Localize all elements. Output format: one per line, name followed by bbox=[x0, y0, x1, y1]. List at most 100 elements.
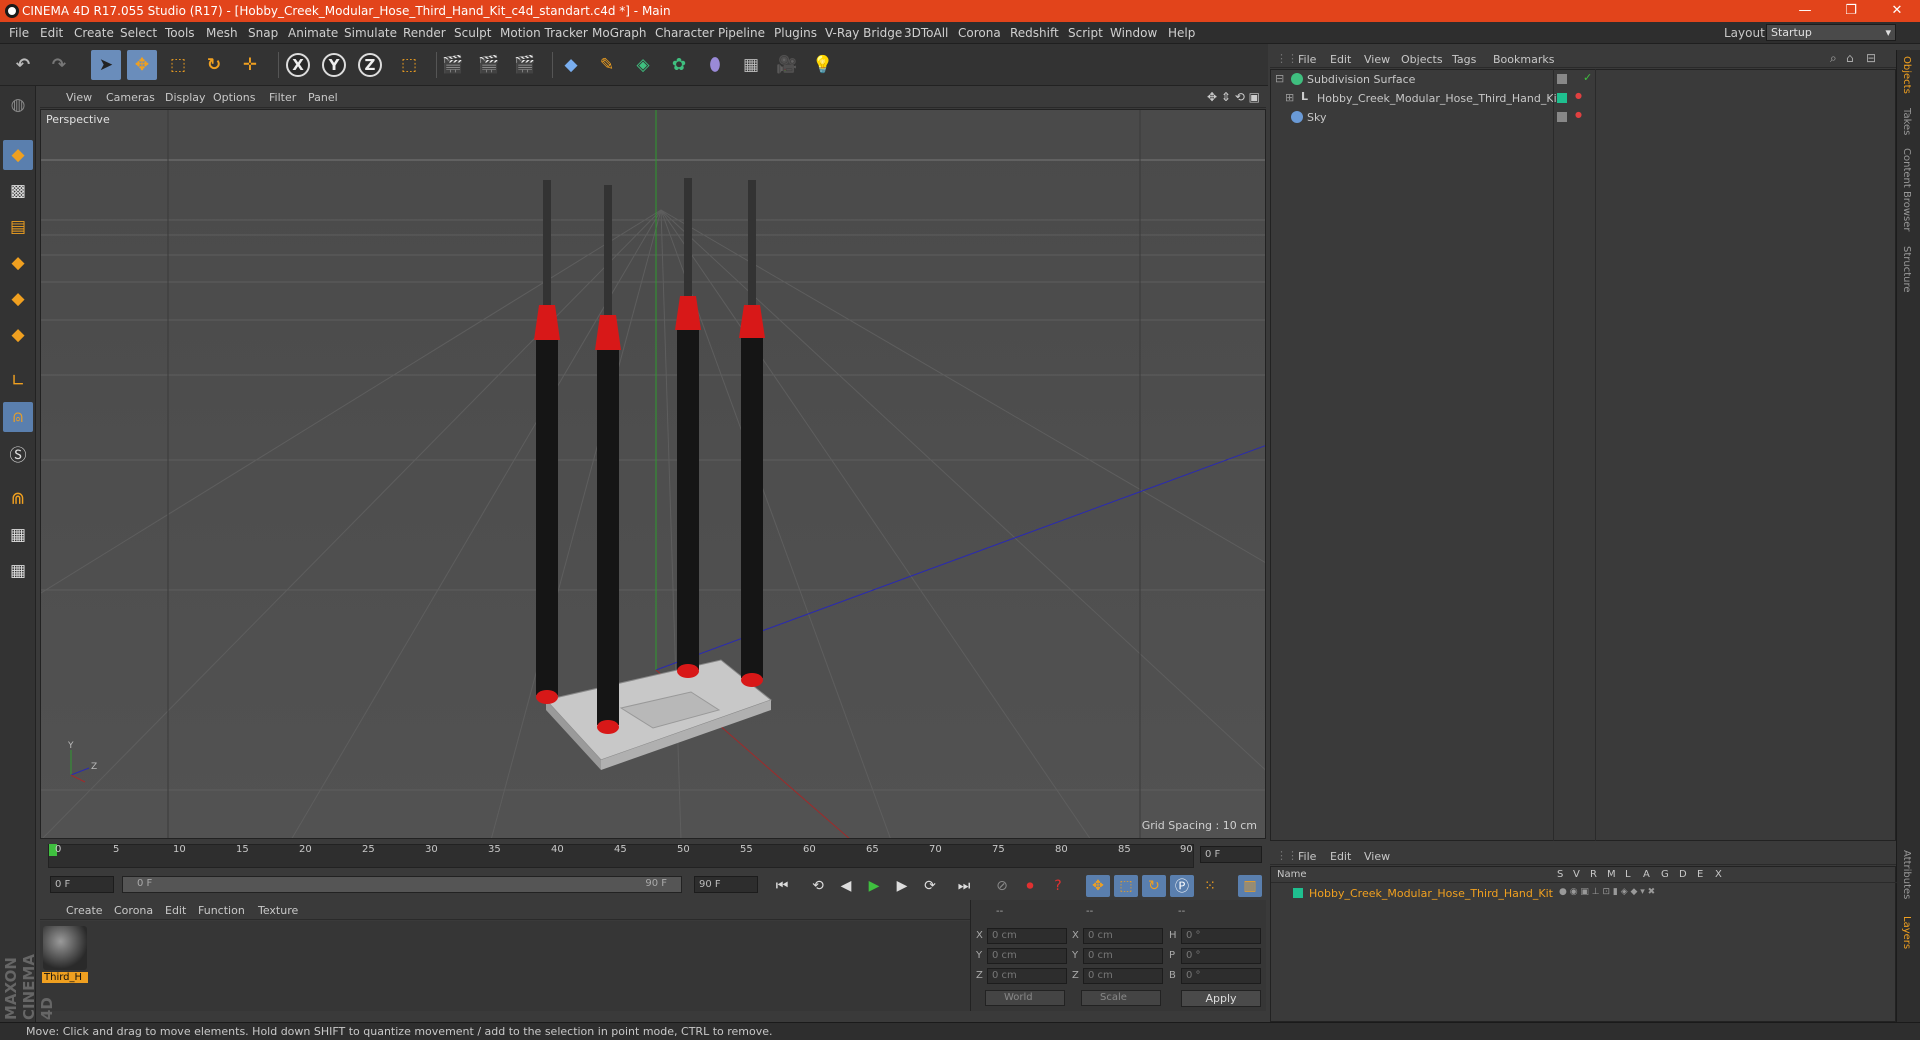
subdivision-surface-button[interactable]: ◈ bbox=[628, 50, 658, 80]
goto-start-button[interactable]: ⏮ bbox=[770, 875, 794, 897]
maximize-button[interactable]: ❐ bbox=[1828, 0, 1874, 22]
layer-color-swatch[interactable] bbox=[1293, 888, 1303, 898]
viewport-menu-view[interactable]: View bbox=[66, 91, 92, 104]
panel-options-icon[interactable]: ⊟ bbox=[1866, 51, 1876, 65]
position-y-field[interactable]: 0 cm bbox=[987, 948, 1067, 964]
visibility-dots-icon[interactable]: ● bbox=[1575, 110, 1582, 119]
goto-end-button[interactable]: ⏭ bbox=[952, 875, 976, 897]
menu-create[interactable]: Create bbox=[74, 26, 114, 40]
menu-snap[interactable]: Snap bbox=[248, 26, 278, 40]
start-frame-field[interactable]: 0 F bbox=[50, 876, 114, 893]
next-frame-button[interactable]: ▶ bbox=[890, 875, 914, 897]
layer-color-icon[interactable] bbox=[1557, 93, 1567, 103]
play-button[interactable]: ▶ bbox=[862, 875, 886, 897]
menu-tools[interactable]: Tools bbox=[165, 26, 195, 40]
tab-objects[interactable]: Objects bbox=[1901, 56, 1912, 94]
object-row-subdivision-surface[interactable]: ⊟ Subdivision Surface ✓ bbox=[1271, 70, 1897, 89]
cloner-button[interactable]: ✿ bbox=[664, 50, 694, 80]
column-expressions[interactable]: E bbox=[1697, 869, 1703, 880]
3d-viewport[interactable]: Y Z Perspective Grid Spacing : 10 cm bbox=[40, 109, 1266, 839]
material-menu-texture[interactable]: Texture bbox=[258, 904, 298, 917]
locked-workplane-button[interactable]: ▦ bbox=[3, 556, 33, 586]
undo-button[interactable]: ↶ bbox=[8, 50, 38, 80]
column-name[interactable]: Name bbox=[1277, 869, 1307, 880]
column-divider[interactable] bbox=[1553, 69, 1554, 841]
column-xref[interactable]: X bbox=[1715, 869, 1722, 880]
coordinate-system-button[interactable]: ⬚ bbox=[394, 50, 424, 80]
enabled-check-icon[interactable]: ✓ bbox=[1583, 71, 1592, 84]
cube-primitive-button[interactable]: ◆ bbox=[556, 50, 586, 80]
menu-plugins[interactable]: Plugins bbox=[774, 26, 817, 40]
viewport-nav-icons[interactable]: ✥ ⇕ ⟲ ▣ bbox=[1207, 90, 1260, 104]
menu-select[interactable]: Select bbox=[120, 26, 157, 40]
layers-menu-view[interactable]: View bbox=[1364, 850, 1390, 863]
visibility-dots-icon[interactable]: ● bbox=[1575, 91, 1582, 100]
pen-spline-button[interactable]: ✎ bbox=[592, 50, 622, 80]
menu-pipeline[interactable]: Pipeline bbox=[718, 26, 765, 40]
layers-menu-file[interactable]: File bbox=[1298, 850, 1316, 863]
rotation-h-field[interactable]: 0 ° bbox=[1181, 928, 1261, 944]
objects-menu-objects[interactable]: Objects bbox=[1401, 53, 1443, 66]
tab-layers[interactable]: Layers bbox=[1901, 916, 1912, 949]
size-z-field[interactable]: 0 cm bbox=[1083, 968, 1163, 984]
layer-row[interactable]: Hobby_Creek_Modular_Hose_Third_Hand_Kit … bbox=[1271, 886, 1897, 902]
viewport-menu-options[interactable]: Options bbox=[213, 91, 255, 104]
apply-button[interactable]: Apply bbox=[1181, 990, 1261, 1007]
column-generators[interactable]: G bbox=[1661, 869, 1669, 880]
prev-frame-button[interactable]: ◀ bbox=[834, 875, 858, 897]
size-y-field[interactable]: 0 cm bbox=[1083, 948, 1163, 964]
material-menu-function[interactable]: Function bbox=[198, 904, 245, 917]
layers-menu-edit[interactable]: Edit bbox=[1330, 850, 1351, 863]
camera-button[interactable]: 🎥 bbox=[772, 50, 802, 80]
object-row-third-hand-kit[interactable]: ⊞ L Hobby_Creek_Modular_Hose_Third_Hand_… bbox=[1271, 89, 1897, 108]
object-row-sky[interactable]: Sky ● bbox=[1271, 108, 1897, 127]
y-axis-lock-button[interactable]: Y bbox=[322, 53, 346, 77]
column-divider[interactable] bbox=[1595, 69, 1596, 841]
minimize-button[interactable]: — bbox=[1782, 0, 1828, 22]
record-active-button[interactable]: ⊘ bbox=[990, 875, 1014, 897]
layer-name[interactable]: Hobby_Creek_Modular_Hose_Third_Hand_Kit bbox=[1309, 887, 1553, 900]
next-key-button[interactable]: ⟳ bbox=[918, 875, 942, 897]
tab-takes[interactable]: Takes bbox=[1901, 108, 1912, 135]
points-mode-button[interactable]: ◆ bbox=[3, 248, 33, 278]
x-axis-lock-button[interactable]: X bbox=[286, 53, 310, 77]
menu-animate[interactable]: Animate bbox=[288, 26, 338, 40]
scale-tool-button[interactable]: ⬚ bbox=[163, 50, 193, 80]
texture-mode-button[interactable]: ▩ bbox=[3, 176, 33, 206]
current-frame-field[interactable]: 0 F bbox=[1200, 846, 1262, 863]
viewport-menu-cameras[interactable]: Cameras bbox=[106, 91, 155, 104]
make-editable-button[interactable]: ◍ bbox=[3, 90, 33, 120]
menu-script[interactable]: Script bbox=[1068, 26, 1103, 40]
menu-motion-tracker[interactable]: Motion Tracker bbox=[500, 26, 588, 40]
preview-range-slider[interactable]: 0 F 90 F bbox=[122, 876, 682, 893]
workplane-lock-button[interactable]: ▦ bbox=[3, 520, 33, 550]
polygons-mode-button[interactable]: ◆ bbox=[3, 320, 33, 350]
viewport-menu-panel[interactable]: Panel bbox=[308, 91, 338, 104]
objects-menu-view[interactable]: View bbox=[1364, 53, 1390, 66]
rotation-b-field[interactable]: 0 ° bbox=[1181, 968, 1261, 984]
column-render[interactable]: R bbox=[1590, 869, 1597, 880]
move-tool-button[interactable]: ✥ bbox=[127, 50, 157, 80]
menu-vray-bridge[interactable]: V-Ray Bridge bbox=[825, 26, 902, 40]
home-icon[interactable]: ⌂ bbox=[1846, 51, 1854, 65]
menu-redshift[interactable]: Redshift bbox=[1010, 26, 1059, 40]
material-menu-edit[interactable]: Edit bbox=[165, 904, 186, 917]
z-axis-lock-button[interactable]: Z bbox=[358, 53, 382, 77]
coordinate-mode-select[interactable]: World bbox=[985, 990, 1065, 1006]
column-deformers[interactable]: D bbox=[1679, 869, 1687, 880]
rotate-tool-button[interactable]: ↻ bbox=[199, 50, 229, 80]
prev-key-button[interactable]: ⟲ bbox=[806, 875, 830, 897]
material-name-label[interactable]: Third_H bbox=[42, 972, 88, 983]
edges-mode-button[interactable]: ◆ bbox=[3, 284, 33, 314]
floor-button[interactable]: ▦ bbox=[736, 50, 766, 80]
size-x-field[interactable]: 0 cm bbox=[1083, 928, 1163, 944]
key-rotation-button[interactable]: ↻ bbox=[1142, 875, 1166, 897]
menu-simulate[interactable]: Simulate bbox=[344, 26, 397, 40]
end-frame-field[interactable]: 90 F bbox=[694, 876, 758, 893]
tab-structure[interactable]: Structure bbox=[1901, 246, 1912, 293]
recent-tool-button[interactable]: ✛ bbox=[235, 50, 265, 80]
menu-file[interactable]: File bbox=[9, 26, 29, 40]
workplane-mode-button[interactable]: ▤ bbox=[3, 212, 33, 242]
rotation-p-field[interactable]: 0 ° bbox=[1181, 948, 1261, 964]
solo-mode-button[interactable]: Ⓢ bbox=[3, 438, 33, 468]
